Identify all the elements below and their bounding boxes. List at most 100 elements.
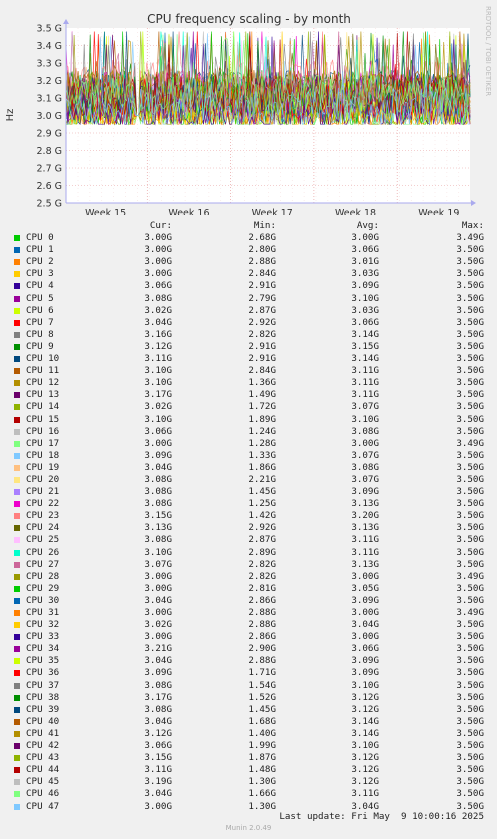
legend-max-value: 3.50G bbox=[456, 522, 484, 534]
legend-swatch bbox=[14, 513, 20, 520]
legend-avg-value: 3.12G bbox=[351, 764, 379, 776]
legend-min-value: 2.86G bbox=[248, 631, 276, 643]
legend-cur-value: 3.02G bbox=[144, 619, 172, 631]
legend-row: CPU 29 3.00G 2.81G 3.05G 3.50G bbox=[0, 583, 497, 595]
legend-swatch bbox=[14, 380, 20, 387]
legend-max-value: 3.50G bbox=[456, 558, 484, 570]
legend-row: CPU 40 3.04G 1.68G 3.14G 3.50G bbox=[0, 716, 497, 728]
legend-avg-value: 3.14G bbox=[351, 715, 379, 727]
legend-min-value: 2.82G bbox=[248, 570, 276, 582]
legend-min-value: 1.86G bbox=[248, 461, 276, 473]
legend-max-value: 3.50G bbox=[456, 304, 484, 316]
y-tick-label: 3.0 G bbox=[37, 111, 63, 122]
legend-min-value: 2.92G bbox=[248, 522, 276, 534]
legend-max-value: 3.50G bbox=[456, 534, 484, 546]
legend-max-value: 3.49G bbox=[456, 570, 484, 582]
legend-swatch bbox=[14, 525, 20, 532]
y-tick-label: 2.9 G bbox=[37, 129, 63, 140]
legend-cur-value: 3.15G bbox=[144, 510, 172, 522]
legend-max-value: 3.50G bbox=[456, 619, 484, 631]
legend-min-value: 2.88G bbox=[248, 256, 276, 268]
legend-row: CPU 36 3.09G 1.71G 3.09G 3.50G bbox=[0, 667, 497, 679]
legend-min-value: 1.72G bbox=[248, 401, 276, 413]
legend-min-value: 1.33G bbox=[248, 449, 276, 461]
legend-row: CPU 46 3.04G 1.66G 3.11G 3.50G bbox=[0, 788, 497, 800]
legend-series-name: CPU 19 bbox=[26, 461, 60, 473]
y-tick-label: 3.1 G bbox=[37, 94, 63, 105]
legend-max-value: 3.50G bbox=[456, 498, 484, 510]
y-tick-labels: 3.5 G 3.4 G 3.3 G 3.2 G 3.1 G 3.0 G 2.9 G 2.8 G… bbox=[37, 24, 63, 210]
legend-row: CPU 30 3.04G 2.86G 3.09G 3.50G bbox=[0, 595, 497, 607]
legend-cur-value: 3.04G bbox=[144, 788, 172, 800]
legend-avg-value: 3.10G bbox=[351, 679, 379, 691]
legend-min-value: 2.91G bbox=[248, 353, 276, 365]
legend-cur-value: 3.04G bbox=[144, 655, 172, 667]
legend-cur-value: 3.21G bbox=[144, 643, 172, 655]
legend-row: CPU 5 3.08G 2.79G 3.10G 3.50G bbox=[0, 293, 497, 305]
legend-swatch bbox=[14, 343, 20, 350]
legend-row: CPU 1 3.00G 2.80G 3.06G 3.50G bbox=[0, 244, 497, 256]
legend-series-name: CPU 30 bbox=[26, 594, 60, 606]
legend-cur-value: 3.08G bbox=[144, 498, 172, 510]
legend-min-value: 2.79G bbox=[248, 292, 276, 304]
legend-swatch bbox=[14, 440, 20, 447]
legend-swatch bbox=[14, 730, 20, 737]
legend-row: CPU 31 3.00G 2.88G 3.00G 3.49G bbox=[0, 607, 497, 619]
legend-swatch bbox=[14, 767, 20, 774]
legend-cur-value: 3.00G bbox=[144, 631, 172, 643]
legend-avg-value: 3.05G bbox=[351, 582, 379, 594]
legend-swatch bbox=[14, 561, 20, 568]
y-tick-label: 3.5 G bbox=[37, 24, 63, 35]
legend-avg-value: 3.13G bbox=[351, 558, 379, 570]
legend-row: CPU 18 3.09G 1.33G 3.07G 3.50G bbox=[0, 450, 497, 462]
legend-row: CPU 13 3.17G 1.49G 3.11G 3.50G bbox=[0, 389, 497, 401]
legend-cur-value: 3.12G bbox=[144, 340, 172, 352]
legend-series-name: CPU 22 bbox=[26, 498, 60, 510]
legend-cur-value: 3.00G bbox=[144, 268, 172, 280]
legend-row: CPU 35 3.04G 2.88G 3.09G 3.50G bbox=[0, 655, 497, 667]
legend-series-name: CPU 46 bbox=[26, 788, 60, 800]
y-tick-label: 3.4 G bbox=[37, 41, 63, 52]
legend-avg-value: 3.13G bbox=[351, 522, 379, 534]
legend-series-name: CPU 21 bbox=[26, 486, 60, 498]
legend-swatch bbox=[14, 743, 20, 750]
legend-table: Cur: Min: Avg: Max: CPU 0 3.00G 2.68G 3.00G… bbox=[0, 220, 497, 813]
legend-swatch bbox=[14, 271, 20, 278]
y-tick-label: 2.8 G bbox=[37, 146, 63, 157]
legend-header: Cur: Min: Avg: Max: bbox=[0, 220, 497, 232]
legend-cur-value: 3.04G bbox=[144, 715, 172, 727]
legend-cur-value: 3.00G bbox=[144, 607, 172, 618]
legend-avg-value: 3.11G bbox=[351, 788, 379, 800]
legend-row: CPU 37 3.08G 1.54G 3.10G 3.50G bbox=[0, 680, 497, 692]
legend-row: CPU 33 3.00G 2.86G 3.00G 3.50G bbox=[0, 631, 497, 643]
legend-max-value: 3.50G bbox=[456, 764, 484, 776]
y-tick-label: 2.6 G bbox=[37, 181, 63, 192]
legend-max-value: 3.50G bbox=[456, 401, 484, 413]
legend-max-value: 3.50G bbox=[456, 389, 484, 401]
legend-cur-value: 3.00G bbox=[144, 437, 172, 449]
legend-min-value: 1.89G bbox=[248, 413, 276, 425]
legend-min-value: 1.28G bbox=[248, 437, 276, 449]
legend-series-name: CPU 40 bbox=[26, 715, 60, 727]
legend-cur-value: 3.00G bbox=[144, 570, 172, 582]
legend-min-value: 1.45G bbox=[248, 703, 276, 715]
y-axis-arrow bbox=[63, 19, 69, 24]
legend-min-value: 1.30G bbox=[248, 800, 276, 812]
chart-area: CPU frequency scaling - by month RRDTOOL… bbox=[0, 0, 497, 215]
legend-swatch bbox=[14, 356, 20, 363]
legend-max-value: 3.50G bbox=[456, 425, 484, 437]
legend-cur-value: 3.09G bbox=[144, 667, 172, 679]
legend-row: CPU 6 3.02G 2.87G 3.03G 3.50G bbox=[0, 305, 497, 317]
legend-swatch bbox=[14, 718, 20, 725]
legend-min-value: 1.40G bbox=[248, 727, 276, 739]
legend-series-name: CPU 23 bbox=[26, 510, 60, 522]
legend-max-value: 3.50G bbox=[456, 788, 484, 800]
legend-swatch bbox=[14, 610, 20, 616]
legend-row: CPU 28 3.00G 2.82G 3.00G 3.49G bbox=[0, 571, 497, 583]
legend-swatch bbox=[14, 549, 20, 556]
legend-swatch bbox=[14, 404, 20, 411]
legend-swatch bbox=[14, 755, 20, 762]
legend-max-value: 3.50G bbox=[456, 776, 484, 788]
legend-max-value: 3.50G bbox=[456, 328, 484, 340]
legend-swatch bbox=[14, 428, 20, 435]
